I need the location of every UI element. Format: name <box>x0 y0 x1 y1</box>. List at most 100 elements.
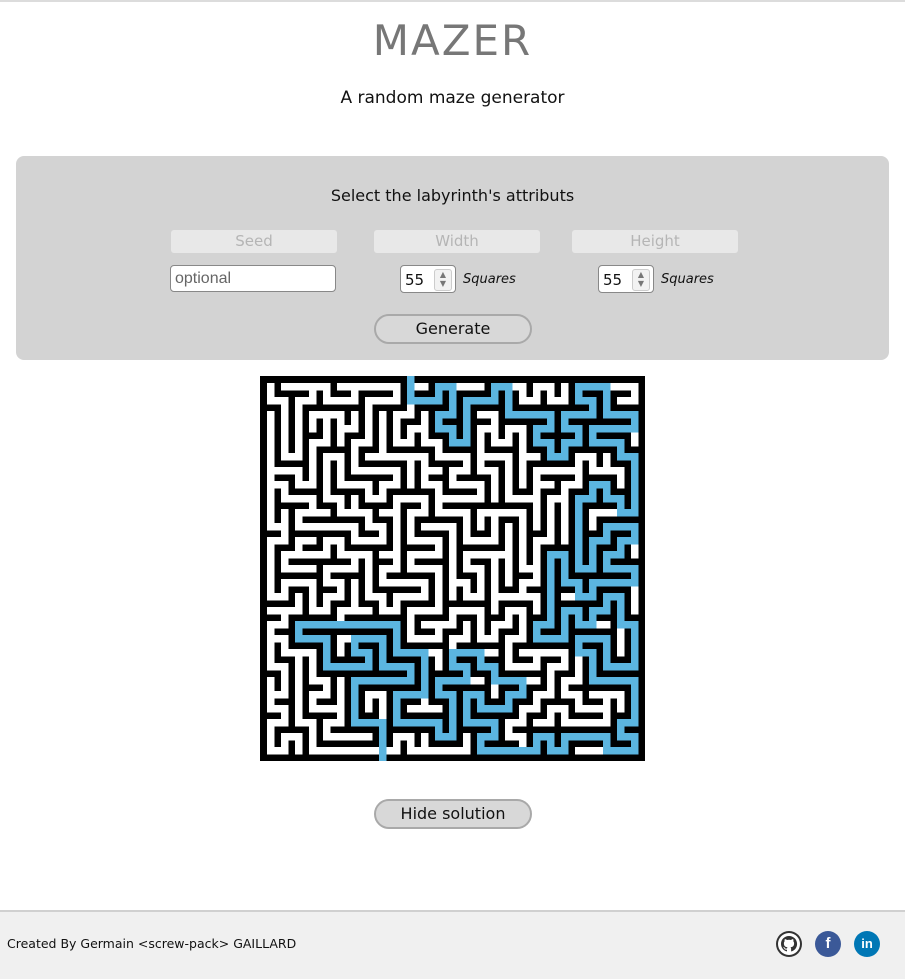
maze-passage <box>491 411 499 419</box>
solution-path-cell <box>421 649 429 657</box>
solution-path-cell <box>351 663 359 671</box>
maze-passage <box>582 453 590 461</box>
height-spinner-icon[interactable]: ▲ ▼ <box>632 269 650 291</box>
maze-passage <box>288 383 296 391</box>
maze-passage <box>428 621 436 629</box>
solution-path-cell <box>631 537 639 545</box>
maze-passage <box>288 565 296 573</box>
solution-path-cell <box>582 733 590 741</box>
maze-passage <box>267 383 275 391</box>
maze-passage <box>512 383 520 391</box>
width-stepper[interactable]: 55 ▲ ▼ <box>400 265 456 293</box>
maze-passage <box>302 649 310 657</box>
solution-path-cell <box>561 572 569 580</box>
maze-passage <box>351 523 359 531</box>
maze-passage <box>547 397 555 405</box>
maze-passage <box>533 698 541 706</box>
maze-passage <box>281 418 289 426</box>
maze-passage <box>393 593 401 601</box>
maze-passage <box>288 467 296 475</box>
maze-passage <box>407 607 415 615</box>
maze-passage <box>386 607 394 615</box>
solution-path-cell <box>631 712 639 720</box>
maze-passage <box>281 733 289 741</box>
solution-path-cell <box>358 649 366 657</box>
maze-passage <box>561 663 569 671</box>
maze-passage <box>407 530 415 538</box>
maze-passage <box>505 649 513 657</box>
maze-passage <box>281 446 289 454</box>
maze-passage <box>491 453 499 461</box>
maze-passage <box>316 691 324 699</box>
solution-path-cell <box>435 390 443 398</box>
maze-passage <box>267 691 275 699</box>
generate-button[interactable]: Generate <box>374 314 532 344</box>
maze-passage <box>519 705 527 713</box>
maze-passage <box>309 593 317 601</box>
maze-passage <box>519 446 527 454</box>
solution-path-cell <box>463 411 471 419</box>
maze-passage <box>267 418 275 426</box>
maze-passage <box>288 579 296 587</box>
solution-path-cell <box>407 719 415 727</box>
height-stepper[interactable]: 55 ▲ ▼ <box>598 265 654 293</box>
width-spinner-icon[interactable]: ▲ ▼ <box>434 269 452 291</box>
solution-path-cell <box>589 383 597 391</box>
solution-path-cell <box>617 544 625 552</box>
maze-passage <box>386 453 394 461</box>
maze-passage <box>351 733 359 741</box>
maze-passage <box>568 719 576 727</box>
maze-passage <box>323 523 331 531</box>
maze-passage <box>421 467 429 475</box>
maze-passage <box>463 516 471 524</box>
maze-passage <box>337 474 345 482</box>
solution-path-cell <box>337 621 345 629</box>
maze-passage <box>295 551 303 559</box>
maze-passage <box>295 411 303 419</box>
solution-path-cell <box>624 719 632 727</box>
solution-path-cell <box>449 698 457 706</box>
github-icon[interactable] <box>776 931 802 957</box>
maze-passage <box>393 558 401 566</box>
solution-path-cell <box>575 621 583 629</box>
maze-passage <box>337 439 345 447</box>
maze-passage <box>365 733 373 741</box>
solution-path-cell <box>323 635 331 643</box>
maze-passage <box>428 649 436 657</box>
solution-path-cell <box>386 677 394 685</box>
maze-passage <box>351 383 359 391</box>
maze-passage <box>379 698 387 706</box>
solution-path-cell <box>617 614 625 622</box>
maze-passage <box>309 705 317 713</box>
solution-path-cell <box>491 726 499 734</box>
maze-passage <box>323 726 331 734</box>
facebook-icon[interactable]: f <box>815 931 841 957</box>
maze-passage <box>484 467 492 475</box>
solution-path-cell <box>589 439 597 447</box>
seed-input[interactable] <box>170 265 336 292</box>
maze-passage <box>540 481 548 489</box>
solution-path-cell <box>610 747 618 755</box>
solution-path-cell <box>589 425 597 433</box>
maze-passage <box>505 572 513 580</box>
maze-passage <box>505 607 513 615</box>
maze-passage <box>407 537 415 545</box>
maze-passage <box>421 537 429 545</box>
maze-passage <box>407 628 415 636</box>
solution-path-cell <box>463 404 471 412</box>
maze-passage <box>400 495 408 503</box>
maze-passage <box>435 747 443 755</box>
maze-passage <box>379 572 387 580</box>
linkedin-icon[interactable]: in <box>854 931 880 957</box>
maze-passage <box>379 579 387 587</box>
maze-passage <box>491 551 499 559</box>
maze-passage <box>477 467 485 475</box>
maze-passage <box>533 383 541 391</box>
solution-path-cell <box>519 411 527 419</box>
toggle-solution-button[interactable]: Hide solution <box>374 799 532 829</box>
solution-path-cell <box>498 677 506 685</box>
maze-passage <box>505 663 513 671</box>
maze-passage <box>456 509 464 517</box>
solution-path-cell <box>449 432 457 440</box>
maze-passage <box>309 481 317 489</box>
